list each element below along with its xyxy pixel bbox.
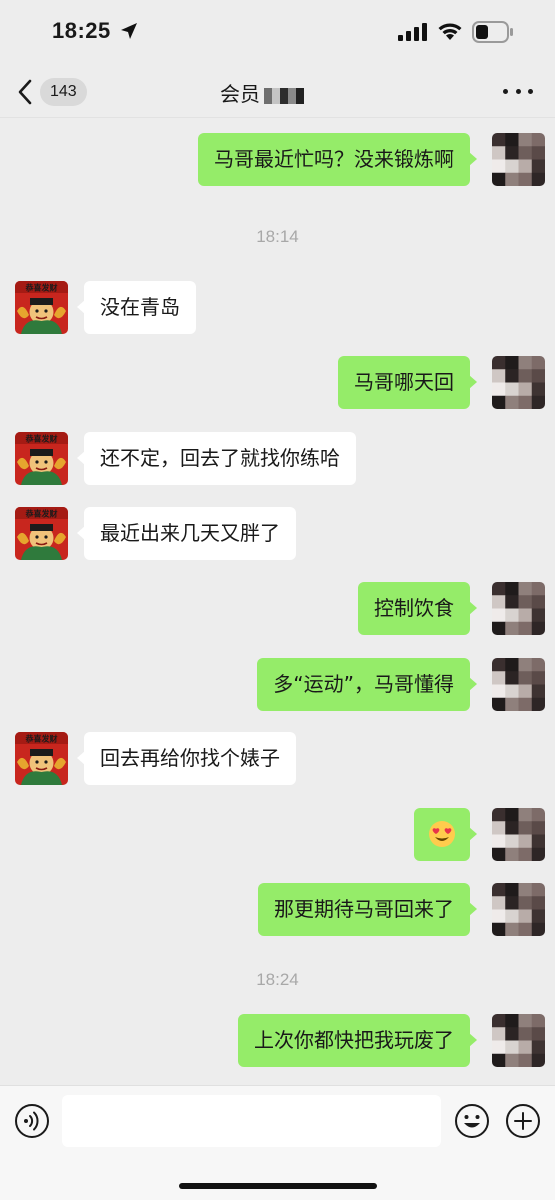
battery-icon	[472, 21, 513, 43]
wifi-icon	[438, 23, 462, 40]
contact-message-bubble[interactable]: 最近出来几天又胖了	[77, 507, 296, 560]
my-message-bubble[interactable]: 马哥最近忙吗？没来锻炼啊	[198, 133, 477, 186]
pixelated-avatar-image	[492, 356, 545, 409]
contact-avatar[interactable]: 恭喜发财	[15, 732, 68, 785]
message-timestamp: 18:24	[256, 970, 299, 989]
my-message-bubble[interactable]: 那更期待马哥回来了	[258, 883, 477, 936]
my-avatar[interactable]	[492, 658, 545, 711]
fortune-god-avatar-image: 恭喜发财	[15, 732, 68, 785]
voice-icon[interactable]	[14, 1103, 50, 1139]
location-arrow-icon	[121, 23, 137, 39]
chevron-left-icon	[18, 79, 32, 105]
my-avatar[interactable]	[492, 356, 545, 409]
emoji-icon[interactable]	[454, 1103, 490, 1139]
redacted-name-mosaic	[264, 87, 304, 104]
status-bar: 18:25	[0, 0, 555, 66]
my-avatar[interactable]	[492, 883, 545, 936]
avatar-caption: 恭喜发财	[25, 734, 58, 744]
my-message-bubble[interactable]	[414, 808, 477, 861]
avatar-caption: 恭喜发财	[25, 509, 58, 519]
chat-header: 143 会员	[0, 66, 555, 118]
contact-message-bubble[interactable]: 还不定，回去了就找你练哈	[77, 432, 356, 485]
my-avatar[interactable]	[492, 1014, 545, 1067]
more-icon[interactable]	[503, 78, 533, 104]
avatar-caption: 恭喜发财	[25, 434, 58, 444]
contact-avatar[interactable]: 恭喜发财	[15, 432, 68, 485]
contact-message-bubble[interactable]: 回去再给你找个婊子	[77, 732, 296, 785]
my-message-bubble[interactable]: 上次你都快把我玩废了	[238, 1014, 477, 1067]
plus-icon[interactable]	[505, 1103, 541, 1139]
heart-eyes-emoji-icon	[429, 820, 455, 847]
my-message-bubble[interactable]: 多“运动”，马哥懂得	[257, 658, 477, 711]
fortune-god-avatar-image: 恭喜发财	[15, 432, 68, 485]
back-button[interactable]: 143	[16, 74, 96, 110]
pixelated-avatar-image	[492, 1014, 545, 1067]
chat-title-text: 会员	[220, 82, 260, 106]
avatar-caption: 恭喜发财	[25, 283, 58, 293]
my-avatar[interactable]	[492, 133, 545, 186]
message-input[interactable]	[62, 1095, 441, 1147]
my-message-bubble[interactable]: 控制饮食	[358, 582, 477, 635]
unread-count-badge: 143	[40, 78, 87, 106]
fortune-god-avatar-image: 恭喜发财	[15, 281, 68, 334]
pixelated-avatar-image	[492, 883, 545, 936]
contact-avatar[interactable]: 恭喜发财	[15, 507, 68, 560]
status-time: 18:25	[52, 18, 111, 43]
pixelated-avatar-image	[492, 133, 545, 186]
my-avatar[interactable]	[492, 808, 545, 861]
pixelated-avatar-image	[492, 582, 545, 635]
my-message-bubble[interactable]: 马哥哪天回	[338, 356, 477, 409]
contact-message-bubble[interactable]: 没在青岛	[77, 281, 196, 334]
home-indicator	[179, 1183, 377, 1189]
cellular-signal-icon	[398, 23, 427, 41]
fortune-god-avatar-image: 恭喜发财	[15, 507, 68, 560]
my-avatar[interactable]	[492, 582, 545, 635]
message-timestamp: 18:14	[256, 227, 299, 246]
pixelated-avatar-image	[492, 808, 545, 861]
pixelated-avatar-image	[492, 658, 545, 711]
chat-title[interactable]: 会员	[220, 78, 304, 107]
contact-avatar[interactable]: 恭喜发财	[15, 281, 68, 334]
